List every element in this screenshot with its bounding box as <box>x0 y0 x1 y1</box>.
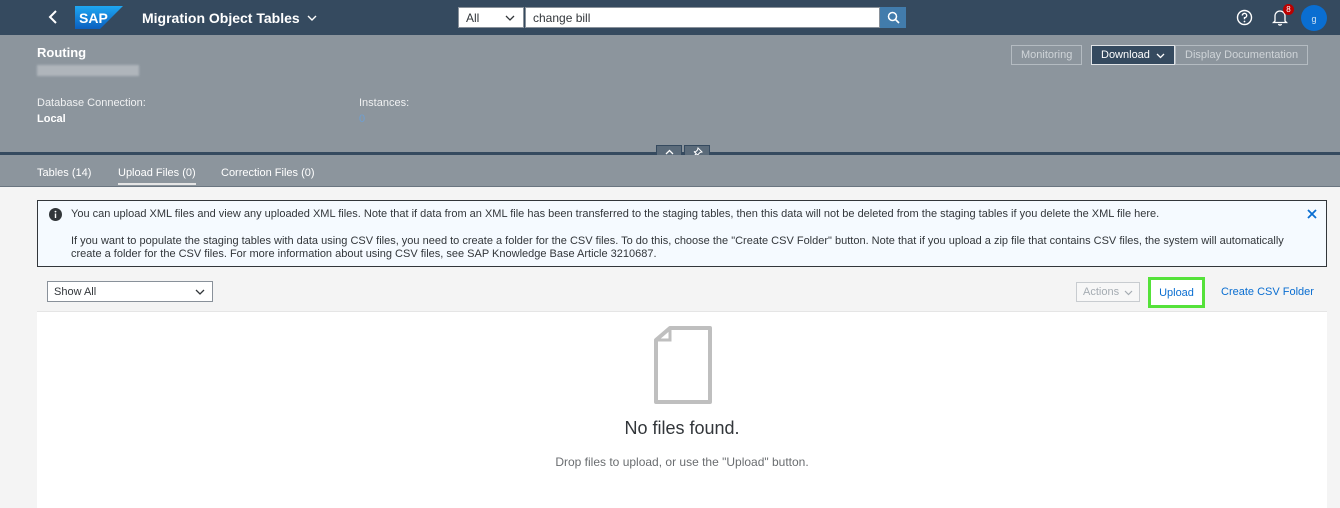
svg-text:SAP: SAP <box>79 10 108 26</box>
display-documentation-button[interactable]: Display Documentation <box>1175 45 1309 65</box>
object-subtitle-redacted <box>37 65 139 76</box>
search-scope-value: All <box>466 10 480 25</box>
chevron-down-icon <box>1124 290 1133 295</box>
sap-logo[interactable]: SAP <box>75 6 123 29</box>
document-icon <box>654 326 712 404</box>
search-input[interactable]: change bill <box>525 7 880 28</box>
object-title: Routing <box>37 45 87 60</box>
tab-correction-files[interactable]: Correction Files (0) <box>221 167 315 183</box>
notification-count-badge: 8 <box>1283 4 1294 15</box>
object-header: Routing Monitoring Download Display Docu… <box>0 35 1340 153</box>
show-filter-select[interactable]: Show All <box>47 281 213 302</box>
actions-label: Actions <box>1083 286 1120 298</box>
back-arrow-icon[interactable] <box>44 8 62 26</box>
chevron-down-icon <box>1156 53 1165 58</box>
message-line-1: You can upload XML files and view any up… <box>71 208 1160 220</box>
chevron-down-icon <box>307 15 317 21</box>
close-icon[interactable] <box>1306 208 1318 220</box>
information-message-strip: You can upload XML files and view any up… <box>37 200 1327 267</box>
instances-label: Instances: <box>359 97 410 109</box>
database-connection-value: Local <box>37 113 66 125</box>
shell-bar: SAP Migration Object Tables All change b… <box>0 0 1340 35</box>
upload-button[interactable]: Upload <box>1148 277 1205 308</box>
message-line-2: If you want to populate the staging tabl… <box>71 235 1284 260</box>
actions-menu-button[interactable]: Actions <box>1076 282 1140 302</box>
search-scope-select[interactable]: All <box>458 7 524 28</box>
chevron-down-icon <box>505 15 515 21</box>
filter-value: Show All <box>54 285 97 298</box>
tab-bar: Tables (14) Upload Files (0) Correction … <box>0 155 1340 187</box>
chevron-down-icon <box>195 289 205 295</box>
tab-upload-files[interactable]: Upload Files (0) <box>118 167 196 185</box>
empty-state-subtitle: Drop files to upload, or use the "Upload… <box>555 455 809 469</box>
upload-drop-area[interactable]: No files found. Drop files to upload, or… <box>37 311 1327 508</box>
empty-state-title: No files found. <box>624 418 740 438</box>
help-icon[interactable] <box>1236 9 1253 26</box>
information-icon <box>49 208 62 221</box>
user-avatar[interactable]: g <box>1301 5 1327 31</box>
app-title: Migration Object Tables <box>142 10 300 26</box>
search-button[interactable] <box>880 7 906 28</box>
database-connection-label: Database Connection: <box>37 97 146 109</box>
instances-link[interactable]: 0 <box>359 113 365 125</box>
download-button[interactable]: Download <box>1091 45 1175 65</box>
create-csv-folder-button[interactable]: Create CSV Folder <box>1221 286 1314 298</box>
app-title-menu[interactable]: Migration Object Tables <box>142 10 318 26</box>
monitoring-button[interactable]: Monitoring <box>1011 45 1083 65</box>
search-icon <box>887 11 900 24</box>
tab-tables[interactable]: Tables (14) <box>37 167 91 183</box>
